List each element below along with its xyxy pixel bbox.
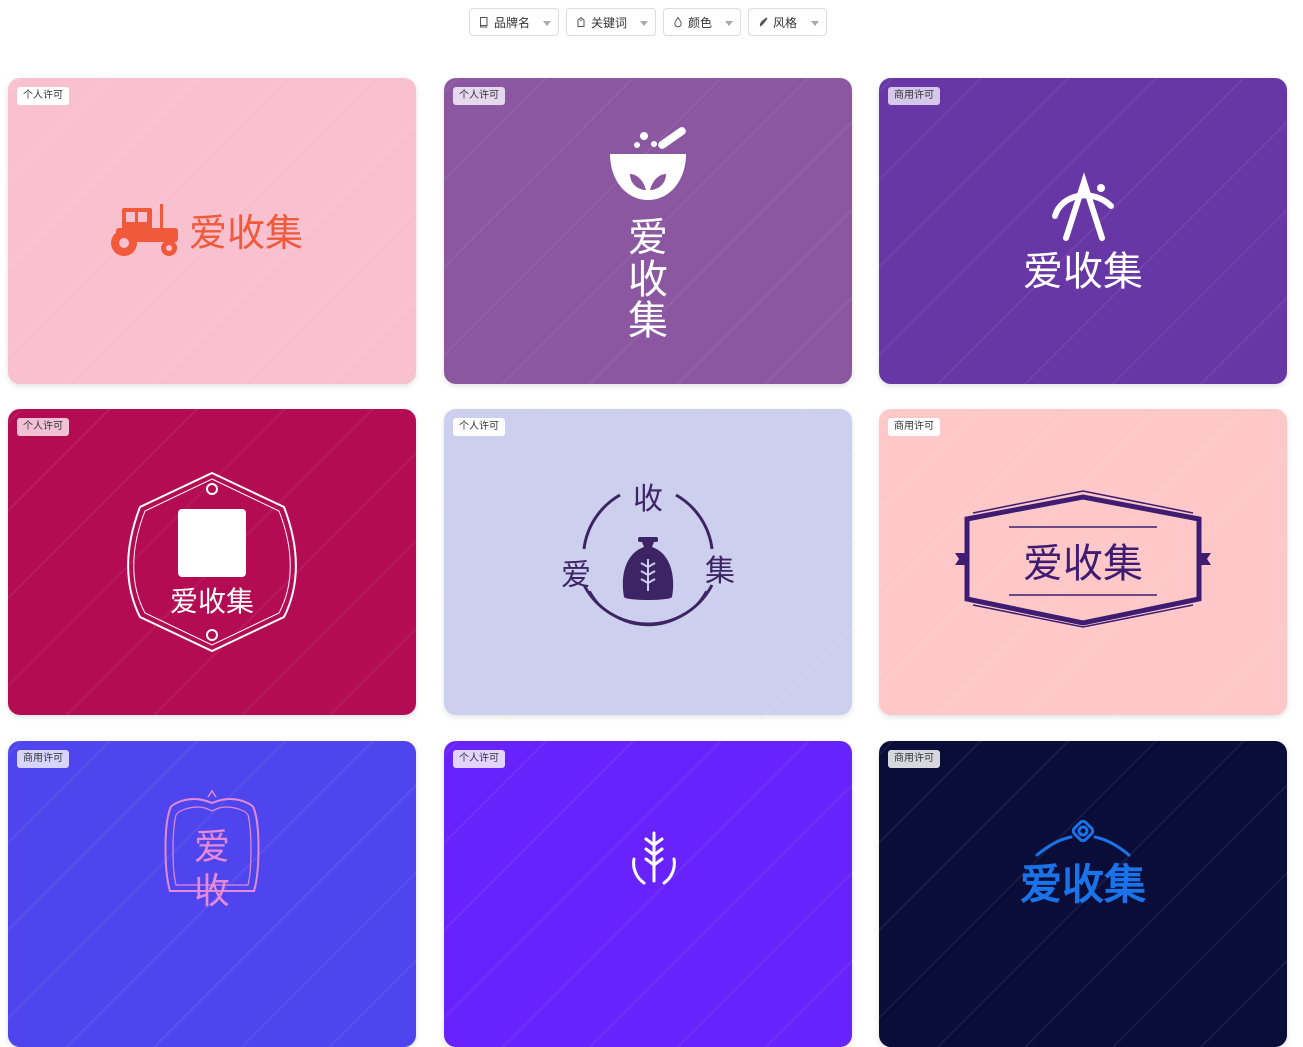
wheat-icon [632, 831, 676, 885]
logo-char: 收 [628, 257, 668, 303]
logo-text: 爱收集 [170, 585, 254, 618]
book-icon [480, 17, 488, 28]
chevron-down-icon [725, 21, 733, 26]
logo-card[interactable]: 商用许可 爱 收 [8, 741, 416, 1047]
logo-artwork: 收 爱 集 [561, 482, 735, 627]
chevron-down-icon [640, 21, 648, 26]
logo-char: 收 [194, 871, 230, 912]
flower-arc-icon [1035, 819, 1131, 857]
logo-artwork: 爱收集 [1020, 819, 1146, 909]
logo-char: 收 [633, 482, 663, 517]
logo-artwork: 爱 收 [164, 789, 260, 912]
style-filter[interactable]: 风格 [748, 8, 827, 36]
brand-name-filter[interactable]: 品牌名 [469, 8, 559, 36]
logo-card[interactable]: 个人许可 爱收集 [8, 78, 416, 384]
logo-artwork: 爱收集 [1023, 172, 1143, 295]
logo-artwork: 爱 收 集 [610, 127, 686, 344]
style-filter-label: 风格 [773, 15, 798, 30]
chevron-down-icon [543, 21, 551, 26]
chevron-down-icon [811, 21, 819, 26]
tag-icon [577, 16, 585, 27]
logo-text: 爱收集 [1023, 541, 1143, 587]
logo-char: 爱 [628, 215, 668, 261]
grain-sack-icon [622, 537, 674, 600]
logo-card[interactable]: 个人许可 [444, 741, 852, 1047]
logo-artwork: 爱收集 [955, 490, 1211, 628]
logo-text: 爱收集 [1023, 249, 1143, 295]
logo-card[interactable]: 个人许可 爱 收 集 [444, 78, 852, 384]
logo-card[interactable]: 商用许可 爱收集 [879, 409, 1287, 715]
color-filter-label: 颜色 [688, 15, 713, 30]
logo-text: 爱收集 [1020, 860, 1146, 909]
logo-card[interactable]: 商用许可 爱收集 [879, 78, 1287, 384]
mortar-pestle-icon [610, 127, 686, 200]
logo-char: 集 [705, 554, 735, 589]
logo-char: 集 [628, 298, 668, 344]
color-filter[interactable]: 颜色 [663, 8, 741, 36]
logo-card[interactable]: 个人许可 爱收集 [8, 409, 416, 715]
logo-char: 爱 [561, 558, 591, 593]
logo-text: 爱收集 [189, 211, 303, 255]
keyword-filter[interactable]: 关键词 [566, 8, 656, 36]
logo-artwork: 爱收集 [111, 204, 303, 256]
droplet-icon [674, 16, 682, 28]
logo-card[interactable]: 个人许可 收 爱 集 [444, 409, 852, 715]
logo-artwork: 爱收集 [127, 471, 297, 653]
tractor-icon [111, 204, 178, 256]
brush-icon [759, 17, 768, 27]
logo-char: 爱 [194, 827, 230, 868]
logo-card[interactable]: 商用许可 爱收集 [879, 741, 1287, 1047]
keyword-filter-label: 关键词 [591, 15, 628, 30]
brand-name-filter-label: 品牌名 [494, 15, 531, 30]
logo-artwork [632, 831, 676, 885]
filter-bar: 品牌名 关键词 颜色 风格 [0, 8, 1303, 38]
